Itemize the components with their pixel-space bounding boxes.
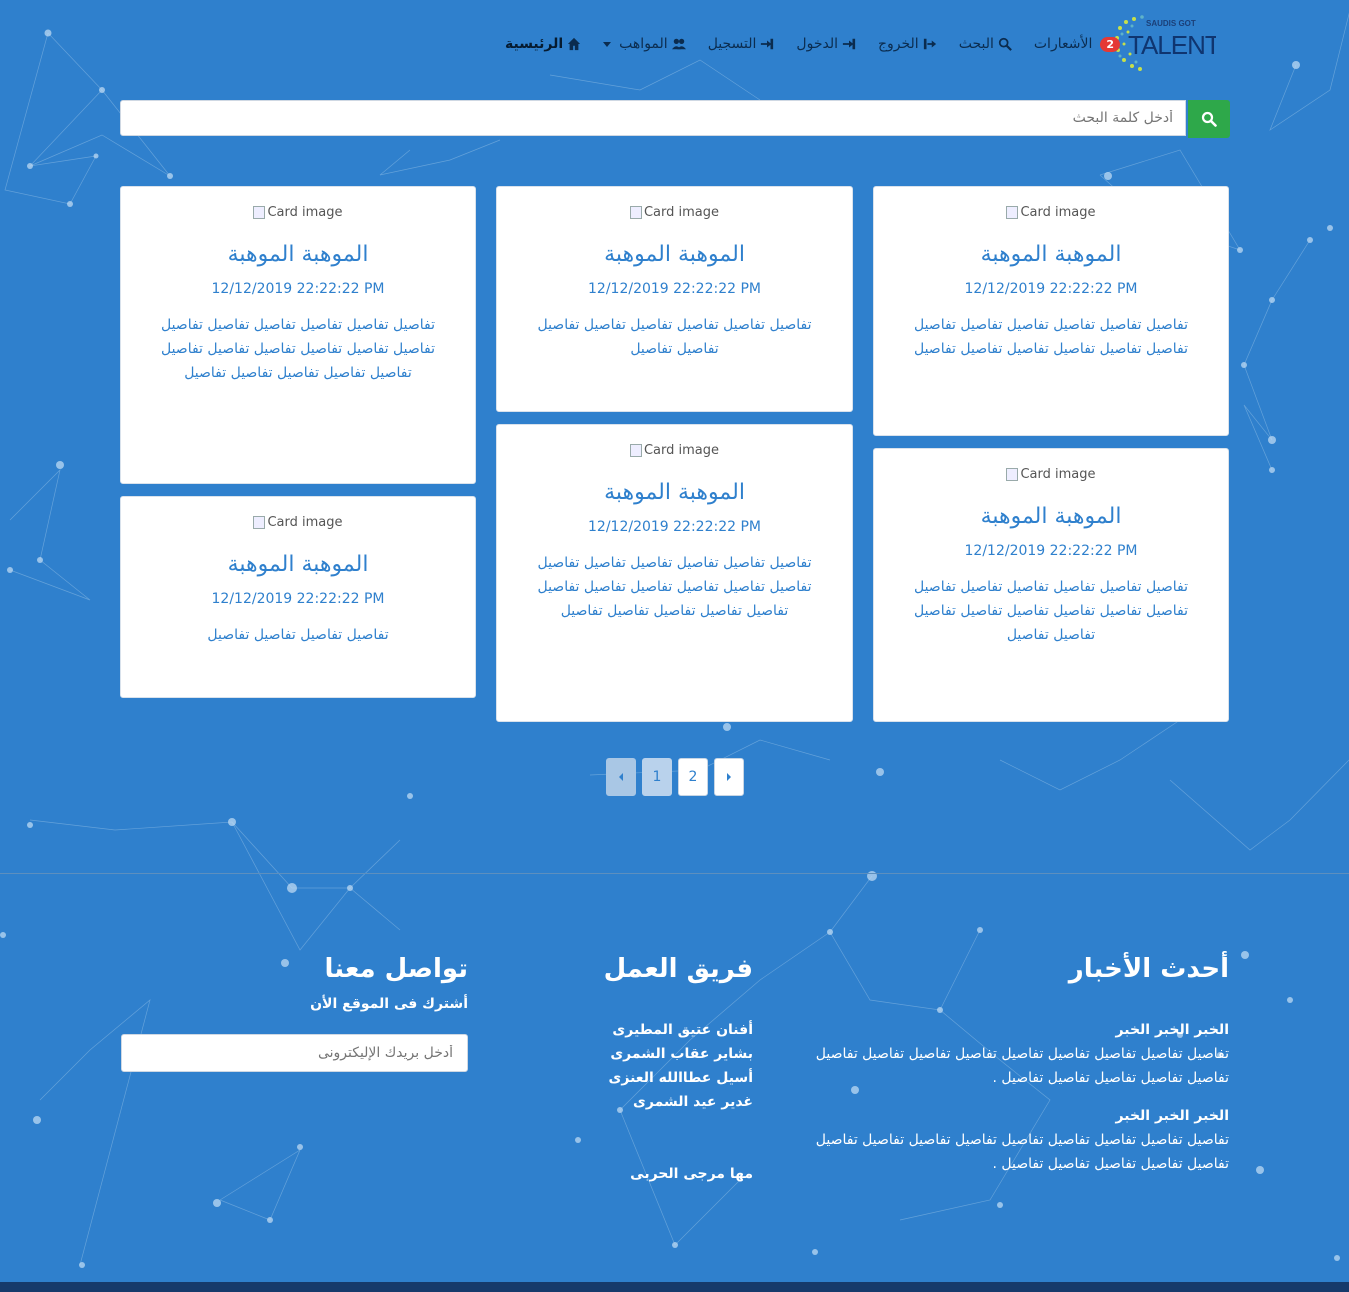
nav-logout[interactable]: الخروج bbox=[878, 36, 937, 52]
talent-card[interactable]: Card image الموهبة الموهبة 12/12/2019 22… bbox=[120, 496, 476, 698]
page-button[interactable]: 1 bbox=[642, 758, 672, 796]
talent-card[interactable]: Card image الموهبة الموهبة 12/12/2019 22… bbox=[496, 424, 853, 722]
caret-left-icon bbox=[619, 773, 623, 781]
news-heading: الخبر الخبر الخبر bbox=[1115, 1108, 1229, 1124]
team-title: فريق العمل bbox=[603, 954, 753, 984]
page-button[interactable]: 2 bbox=[678, 758, 708, 796]
broken-image-icon bbox=[1006, 468, 1019, 481]
team-member: بشاير عقاب الشمرى bbox=[610, 1046, 753, 1062]
card-image: Card image bbox=[629, 443, 719, 458]
logout-icon bbox=[923, 38, 936, 50]
news-body: تفاصيل تفاصيل تفاصيل تفاصيل تفاصيل تفاصي… bbox=[815, 1046, 1229, 1086]
talent-card[interactable]: Card image الموهبة الموهبة 12/12/2019 22… bbox=[496, 186, 853, 412]
broken-image-icon bbox=[1006, 206, 1019, 219]
next-page-button[interactable] bbox=[714, 758, 744, 796]
card-image: Card image bbox=[253, 205, 343, 220]
caret-down-icon bbox=[603, 41, 612, 47]
card-date: 12/12/2019 22:22:22 PM bbox=[588, 281, 761, 297]
nav-login-label: الدخول bbox=[796, 36, 838, 52]
broken-image-icon bbox=[253, 516, 266, 529]
card-title[interactable]: الموهبة الموهبة bbox=[121, 241, 475, 269]
login-icon bbox=[842, 38, 856, 50]
card-image: Card image bbox=[253, 515, 343, 530]
card-text: تفاصيل تفاصيل تفاصيل تفاصيل تفاصيل تفاصي… bbox=[913, 317, 1188, 357]
nav-home[interactable]: الرئيسية bbox=[505, 36, 581, 52]
news-item[interactable]: الخبر الخبر الخبر تفاصيل تفاصيل تفاصيل ت… bbox=[809, 1104, 1229, 1176]
talent-card[interactable]: Card image الموهبة الموهبة 12/12/2019 22… bbox=[873, 186, 1229, 436]
card-title[interactable]: الموهبة الموهبة bbox=[874, 503, 1228, 531]
news-body: تفاصيل تفاصيل تفاصيل تفاصيل تفاصيل تفاصي… bbox=[815, 1132, 1229, 1172]
nav-register-label: التسجيل bbox=[707, 36, 757, 52]
nav-notifications[interactable]: 2 الأشعارات bbox=[1034, 36, 1120, 52]
talent-card[interactable]: Card image الموهبة الموهبة 12/12/2019 22… bbox=[120, 186, 476, 484]
card-image: Card image bbox=[1006, 205, 1096, 220]
broken-image-icon bbox=[629, 444, 642, 457]
nav-menu: الرئيسية المواهب التسجيل الدخول الخروج ا… bbox=[505, 14, 1120, 74]
card-title[interactable]: الموهبة الموهبة bbox=[497, 479, 852, 507]
team-member: أفنان عتيق المطيرى bbox=[612, 1022, 753, 1038]
home-icon bbox=[568, 37, 581, 51]
talent-card[interactable]: Card image الموهبة الموهبة 12/12/2019 22… bbox=[873, 448, 1229, 722]
nav-login[interactable]: الدخول bbox=[796, 36, 856, 52]
nav-search[interactable]: البحث bbox=[959, 36, 1012, 52]
users-icon bbox=[671, 38, 686, 50]
card-text: تفاصيل تفاصيل تفاصيل تفاصيل تفاصيل تفاصي… bbox=[160, 317, 435, 381]
team-list: أفنان عتيق المطيرى بشاير عقاب الشمرى أسي… bbox=[533, 1018, 753, 1186]
pagination: 1 2 bbox=[606, 758, 744, 796]
email-field[interactable] bbox=[121, 1034, 468, 1072]
team-member: أسيل عطاالله العنزى bbox=[608, 1070, 753, 1086]
broken-image-icon bbox=[253, 206, 266, 219]
card-image: Card image bbox=[1006, 467, 1096, 482]
card-text: تفاصيل تفاصيل تفاصيل تفاصيل تفاصيل تفاصي… bbox=[537, 555, 812, 619]
search-icon bbox=[1201, 111, 1217, 127]
nav-search-label: البحث bbox=[958, 36, 994, 52]
card-date: 12/12/2019 22:22:22 PM bbox=[211, 591, 385, 607]
caret-right-icon bbox=[727, 773, 731, 781]
search-icon bbox=[998, 37, 1012, 51]
card-date: 12/12/2019 22:22:22 PM bbox=[211, 281, 385, 297]
svg-text:TALENT: TALENT bbox=[1128, 30, 1216, 60]
nav-notifications-label: الأشعارات bbox=[1033, 36, 1093, 52]
card-image: Card image bbox=[629, 205, 719, 220]
site-logo[interactable]: SAUDIS GOT TALENT bbox=[1112, 14, 1222, 72]
card-text: تفاصيل تفاصيل تفاصيل تفاصيل تفاصيل تفاصي… bbox=[913, 579, 1188, 643]
news-list: الخبر الخبر الخبر تفاصيل تفاصيل تفاصيل ت… bbox=[809, 1018, 1229, 1190]
footer-divider bbox=[0, 873, 1349, 874]
team-member: مها مرجى الحربى bbox=[630, 1166, 753, 1182]
contact-subtitle: أشترك فى الموقع الأن bbox=[310, 996, 468, 1012]
nav-home-label: الرئيسية bbox=[504, 36, 564, 52]
broken-image-icon bbox=[629, 206, 642, 219]
card-title[interactable]: الموهبة الموهبة bbox=[121, 551, 475, 579]
team-member: غدير عيد الشمرى bbox=[633, 1094, 753, 1110]
card-title[interactable]: الموهبة الموهبة bbox=[497, 241, 852, 269]
nav-talents[interactable]: المواهب bbox=[603, 36, 686, 52]
navbar: SAUDIS GOT TALENT الرئيسية المواهب التسج… bbox=[120, 14, 1230, 74]
card-text: تفاصيل تفاصيل تفاصيل تفاصيل bbox=[207, 627, 389, 643]
search-button[interactable] bbox=[1188, 100, 1230, 138]
nav-talents-label: المواهب bbox=[619, 36, 668, 52]
register-icon bbox=[761, 38, 774, 50]
news-heading: الخبر الخبر الخبر bbox=[1115, 1022, 1229, 1038]
news-title: أحدث الأخبار bbox=[1068, 954, 1229, 984]
search-bar bbox=[120, 100, 1230, 138]
card-date: 12/12/2019 22:22:22 PM bbox=[964, 543, 1138, 559]
bottom-bar bbox=[0, 1282, 1349, 1292]
notification-badge: 2 bbox=[1100, 36, 1120, 52]
svg-text:SAUDIS GOT: SAUDIS GOT bbox=[1146, 19, 1196, 28]
contact-title: تواصل معنا bbox=[324, 954, 468, 984]
card-date: 12/12/2019 22:22:22 PM bbox=[964, 281, 1138, 297]
search-input[interactable] bbox=[120, 100, 1186, 136]
card-date: 12/12/2019 22:22:22 PM bbox=[588, 519, 761, 535]
news-item[interactable]: الخبر الخبر الخبر تفاصيل تفاصيل تفاصيل ت… bbox=[809, 1018, 1229, 1090]
nav-register[interactable]: التسجيل bbox=[708, 36, 775, 52]
prev-page-button[interactable] bbox=[606, 758, 636, 796]
card-title[interactable]: الموهبة الموهبة bbox=[874, 241, 1228, 269]
card-text: تفاصيل تفاصيل تفاصيل تفاصيل تفاصيل تفاصي… bbox=[537, 317, 812, 357]
nav-logout-label: الخروج bbox=[877, 36, 919, 52]
